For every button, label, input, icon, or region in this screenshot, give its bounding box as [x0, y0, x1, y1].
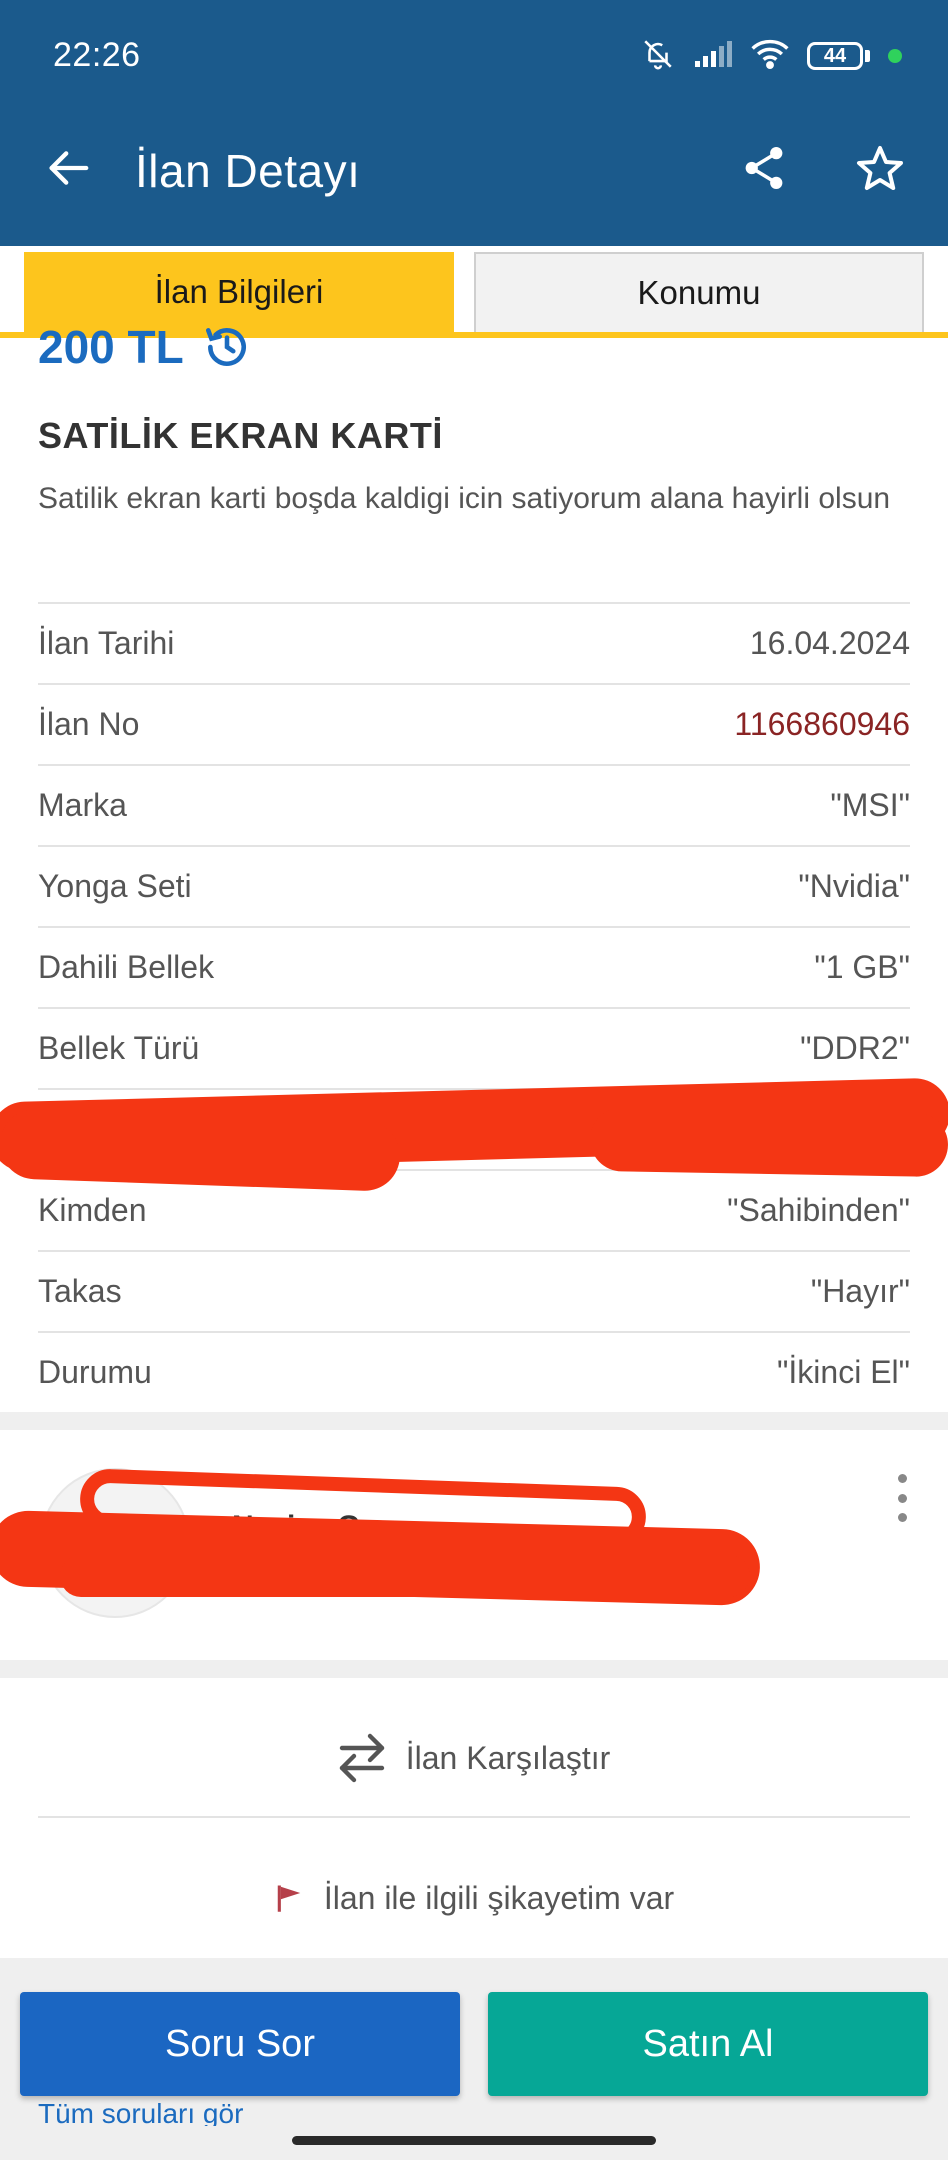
arrow-left-icon — [49, 151, 89, 185]
detail-value: "DDR2" — [800, 1030, 910, 1066]
detail-value: "İkinci El" — [777, 1354, 910, 1390]
section-separator — [0, 1660, 948, 1678]
detail-row-memory-type: Bellek Türü "DDR2" — [38, 1007, 910, 1088]
app-header: 22:26 44 İlan Detayı — [0, 0, 948, 246]
status-dot-icon — [888, 49, 902, 63]
detail-value: "Nvidia" — [798, 868, 910, 904]
detail-label: İlan No — [38, 706, 140, 742]
share-icon — [745, 147, 783, 189]
ask-question-button[interactable]: Soru Sor — [20, 1992, 460, 2096]
status-time: 22:26 — [53, 36, 141, 74]
detail-row-trade: Takas "Hayır" — [38, 1250, 910, 1331]
price-history-icon[interactable] — [202, 322, 252, 372]
compare-label: İlan Karşılaştır — [405, 1739, 611, 1776]
detail-label: İlan Tarihi — [38, 625, 175, 661]
listing-detail-screen: 22:26 44 İlan Detayı İlan Bilgileri Konu… — [0, 0, 948, 2160]
battery-level: 44 — [807, 42, 863, 70]
detail-label: Dahili Bellek — [38, 949, 215, 985]
redaction-mark — [589, 1106, 948, 1178]
price-row: 200 TL — [38, 318, 252, 376]
listing-description: Satilik ekran karti boşda kaldigi icin s… — [38, 482, 891, 515]
detail-label: Bellek Türü — [38, 1030, 200, 1066]
detail-value: "MSI" — [830, 787, 910, 823]
battery-icon: 44 — [807, 42, 870, 70]
redaction-mark — [60, 1555, 750, 1597]
detail-row-condition: Durumu "İkinci El" — [38, 1331, 910, 1412]
detail-value: "1 GB" — [814, 949, 910, 985]
status-icons: 44 — [641, 36, 902, 76]
detail-label: Marka — [38, 787, 127, 823]
price-value: 200 TL — [38, 321, 184, 373]
more-options-button[interactable] — [884, 1466, 920, 1530]
listing-number[interactable]: 1166860946 — [734, 706, 910, 743]
detail-label: Durumu — [38, 1354, 152, 1390]
page-title: İlan Detayı — [135, 145, 361, 197]
report-label: İlan ile ilgili şikayetim var — [323, 1879, 675, 1916]
swap-arrows-icon — [339, 1733, 384, 1783]
actions-section: İlan Karşılaştır İlan ile ilgili şikayet… — [0, 1678, 948, 1958]
buy-button[interactable]: Satın Al — [488, 1992, 928, 2096]
detail-value: "Hayır" — [810, 1273, 910, 1309]
back-button[interactable] — [40, 140, 96, 196]
detail-label: Yonga Seti — [38, 868, 192, 904]
home-indicator[interactable] — [292, 2136, 656, 2145]
detail-value: 16.04.2024 — [749, 625, 910, 661]
detail-row-brand: Marka "MSI" — [38, 764, 910, 845]
section-separator — [0, 1412, 948, 1430]
divider — [38, 1816, 910, 1818]
favorite-button[interactable] — [852, 140, 908, 196]
report-listing-button[interactable]: İlan ile ilgili şikayetim var — [0, 1858, 948, 1938]
detail-row-listing-no: İlan No 1166860946 — [38, 683, 910, 764]
detail-label: Takas — [38, 1273, 122, 1309]
detail-row-chipset: Yonga Seti "Nvidia" — [38, 845, 910, 926]
share-button[interactable] — [736, 140, 792, 196]
all-questions-link[interactable]: Tüm soruları gör — [38, 2098, 243, 2126]
wifi-icon — [751, 39, 789, 74]
star-outline-icon — [857, 146, 903, 190]
bell-off-icon — [641, 37, 675, 76]
listing-title: SATİLİK EKRAN KARTİ — [38, 415, 443, 456]
redaction-mark — [0, 1108, 402, 1192]
detail-row-memory: Dahili Bellek "1 GB" — [38, 926, 910, 1007]
tab-location[interactable]: Konumu — [474, 252, 924, 332]
compare-listing-button[interactable]: İlan Karşılaştır — [0, 1718, 948, 1798]
detail-label: Kimden — [38, 1192, 147, 1228]
signal-icon — [693, 39, 733, 74]
flag-icon — [277, 1885, 301, 1912]
detail-row-date: İlan Tarihi 16.04.2024 — [38, 602, 910, 683]
details-table: İlan Tarihi 16.04.2024 İlan No 116686094… — [38, 602, 910, 1412]
detail-value: "Sahibinden" — [727, 1192, 910, 1228]
